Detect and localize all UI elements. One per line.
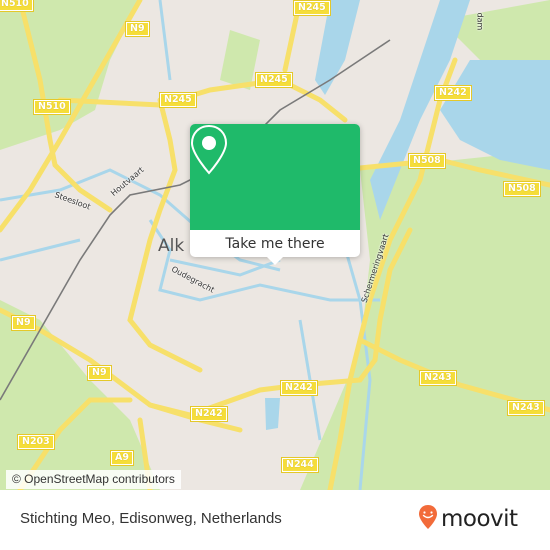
street-label-dam: dam	[475, 12, 485, 31]
moovit-smiley-pin-icon	[418, 504, 438, 534]
road-label-n9: N9	[87, 365, 112, 381]
road-label-n203: N203	[17, 434, 55, 450]
road-label-n510: N510	[33, 99, 71, 115]
road-label-a9: A9	[110, 450, 134, 466]
road-label-n242: N242	[280, 380, 318, 396]
road-label-n245: N245	[255, 72, 293, 88]
road-label-n245: N245	[293, 0, 331, 16]
road-label-n242: N242	[434, 85, 472, 101]
road-label-n9: N9	[125, 21, 150, 37]
city-label: Alk	[158, 236, 185, 256]
road-label-n9: N9	[11, 315, 36, 331]
road-label-n510: N510	[0, 0, 34, 12]
footer: Stichting Meo, Edisonweg, Netherlands mo…	[0, 490, 550, 550]
destination-popup[interactable]: Take me there	[190, 124, 360, 265]
road-label-n245: N245	[159, 92, 197, 108]
map[interactable]: Alk N510 N9 N245 N510 N245 N245 N242 N50…	[0, 0, 550, 490]
road-label-n244: N244	[281, 457, 319, 473]
take-me-there-button[interactable]: Take me there	[190, 230, 360, 257]
road-label-n243: N243	[507, 400, 545, 416]
map-attribution[interactable]: © OpenStreetMap contributors	[6, 470, 181, 489]
road-label-n508: N508	[408, 153, 446, 169]
popup-tail	[267, 257, 283, 265]
road-label-n242: N242	[190, 406, 228, 422]
moovit-logo[interactable]: moovit	[418, 504, 518, 534]
brand-name: moovit	[441, 506, 518, 532]
road-label-n508: N508	[503, 181, 541, 197]
address-text: Stichting Meo, Edisonweg, Netherlands	[20, 510, 282, 527]
road-label-n243: N243	[419, 370, 457, 386]
popup-header	[190, 124, 360, 230]
